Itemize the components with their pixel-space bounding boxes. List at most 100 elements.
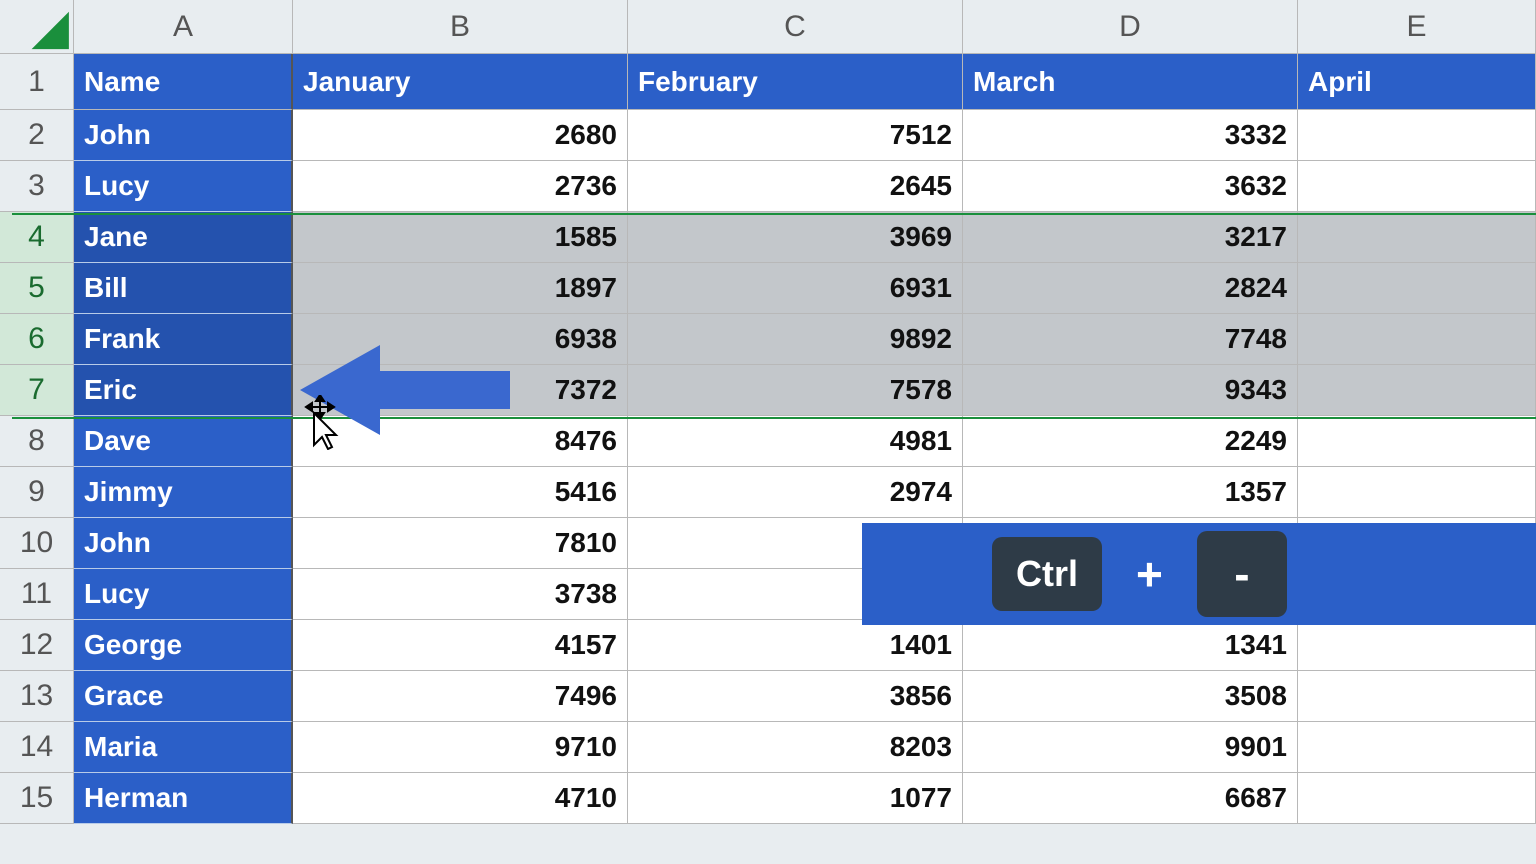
cell-value[interactable]: 1077 (628, 773, 963, 824)
cell-value[interactable]: 3508 (963, 671, 1298, 722)
col-header-C[interactable]: C (628, 0, 963, 54)
cell-value[interactable]: 1357 (963, 467, 1298, 518)
cell-value[interactable]: 4981 (628, 416, 963, 467)
cell-value[interactable]: 9343 (963, 365, 1298, 416)
row-header[interactable]: 10 (0, 518, 74, 569)
cell-value[interactable] (1298, 110, 1536, 161)
cell-value[interactable]: 3632 (963, 161, 1298, 212)
cell-april-header[interactable]: April (1298, 54, 1536, 110)
cell-value[interactable]: 1585 (293, 212, 628, 263)
row-header[interactable]: 15 (0, 773, 74, 824)
cell-name[interactable]: Lucy (74, 161, 293, 212)
cell-value[interactable]: 6931 (628, 263, 963, 314)
cell-name[interactable]: Eric (74, 365, 293, 416)
cell-value[interactable]: 6938 (293, 314, 628, 365)
row-header[interactable]: 5 (0, 263, 74, 314)
spreadsheet-grid[interactable]: A B C D E 1 Name January February March … (0, 0, 1536, 824)
data-row: 13 Grace 7496 3856 3508 (0, 671, 1536, 722)
row-header[interactable]: 6 (0, 314, 74, 365)
row-header[interactable]: 2 (0, 110, 74, 161)
cell-value[interactable]: 3969 (628, 212, 963, 263)
col-header-D[interactable]: D (963, 0, 1298, 54)
data-row: 15 Herman 4710 1077 6687 (0, 773, 1536, 824)
cell-value[interactable]: 2249 (963, 416, 1298, 467)
cell-value[interactable] (1298, 467, 1536, 518)
cell-name[interactable]: George (74, 620, 293, 671)
cell-name[interactable]: John (74, 518, 293, 569)
cell-march-header[interactable]: March (963, 54, 1298, 110)
cell-value[interactable]: 2680 (293, 110, 628, 161)
data-row: 12 George 4157 1401 1341 (0, 620, 1536, 671)
cell-value[interactable]: 1401 (628, 620, 963, 671)
cell-value[interactable]: 9710 (293, 722, 628, 773)
cell-value[interactable]: 9901 (963, 722, 1298, 773)
row-header[interactable]: 9 (0, 467, 74, 518)
row-header[interactable]: 8 (0, 416, 74, 467)
cell-name[interactable]: Jimmy (74, 467, 293, 518)
row-header[interactable]: 14 (0, 722, 74, 773)
cell-name[interactable]: Bill (74, 263, 293, 314)
cell-value[interactable] (1298, 263, 1536, 314)
col-header-B[interactable]: B (293, 0, 628, 54)
cell-value[interactable]: 7810 (293, 518, 628, 569)
cell-value[interactable] (1298, 773, 1536, 824)
row-header[interactable]: 3 (0, 161, 74, 212)
select-all-corner[interactable] (0, 0, 74, 54)
col-header-A[interactable]: A (74, 0, 293, 54)
row-header[interactable]: 7 (0, 365, 74, 416)
cell-value[interactable]: 4710 (293, 773, 628, 824)
row-header[interactable]: 11 (0, 569, 74, 620)
cell-value[interactable]: 7748 (963, 314, 1298, 365)
plus-icon: + (1136, 547, 1163, 601)
cell-value[interactable]: 4157 (293, 620, 628, 671)
cell-name[interactable]: Maria (74, 722, 293, 773)
cell-value[interactable]: 6687 (963, 773, 1298, 824)
cell-january-header[interactable]: January (293, 54, 628, 110)
cell-name[interactable]: Jane (74, 212, 293, 263)
cell-value[interactable]: 3217 (963, 212, 1298, 263)
cell-value[interactable] (1298, 620, 1536, 671)
cell-value[interactable]: 1897 (293, 263, 628, 314)
cell-value[interactable]: 1341 (963, 620, 1298, 671)
cell-value[interactable] (1298, 161, 1536, 212)
row-header[interactable]: 4 (0, 212, 74, 263)
cell-value[interactable] (1298, 416, 1536, 467)
cell-value[interactable] (1298, 365, 1536, 416)
cell-value[interactable]: 7512 (628, 110, 963, 161)
cell-name[interactable]: Dave (74, 416, 293, 467)
cell-value[interactable]: 2974 (628, 467, 963, 518)
cell-value[interactable] (1298, 722, 1536, 773)
column-header-row: A B C D E (0, 0, 1536, 54)
cell-value[interactable] (1298, 314, 1536, 365)
row-header[interactable]: 13 (0, 671, 74, 722)
cell-value[interactable]: 8476 (293, 416, 628, 467)
data-row: 2 John 2680 7512 3332 (0, 110, 1536, 161)
data-row: 9 Jimmy 5416 2974 1357 (0, 467, 1536, 518)
cell-name[interactable]: John (74, 110, 293, 161)
cell-value[interactable] (1298, 212, 1536, 263)
cell-name[interactable]: Herman (74, 773, 293, 824)
cell-value[interactable]: 7578 (628, 365, 963, 416)
cell-name[interactable]: Frank (74, 314, 293, 365)
cell-name[interactable]: Grace (74, 671, 293, 722)
cell-february-header[interactable]: February (628, 54, 963, 110)
cell-value[interactable]: 3332 (963, 110, 1298, 161)
cell-value[interactable]: 5416 (293, 467, 628, 518)
row-header[interactable]: 1 (0, 54, 74, 110)
cell-value[interactable]: 2824 (963, 263, 1298, 314)
cell-value[interactable]: 7496 (293, 671, 628, 722)
cell-value[interactable]: 9892 (628, 314, 963, 365)
cell-value[interactable]: 2645 (628, 161, 963, 212)
cell-value[interactable]: 7372 (293, 365, 628, 416)
cell-name-header[interactable]: Name (74, 54, 293, 110)
cell-value[interactable] (1298, 671, 1536, 722)
cell-value[interactable]: 3738 (293, 569, 628, 620)
row-header[interactable]: 12 (0, 620, 74, 671)
cell-value[interactable]: 3856 (628, 671, 963, 722)
cell-value[interactable]: 2736 (293, 161, 628, 212)
data-row: 8 Dave 8476 4981 2249 (0, 416, 1536, 467)
cell-name[interactable]: Lucy (74, 569, 293, 620)
data-row: 3 Lucy 2736 2645 3632 (0, 161, 1536, 212)
col-header-E[interactable]: E (1298, 0, 1536, 54)
cell-value[interactable]: 8203 (628, 722, 963, 773)
